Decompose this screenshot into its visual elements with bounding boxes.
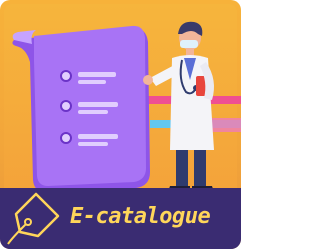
e-catalogue-tile[interactable]: E-catalogue xyxy=(0,0,241,249)
tile-label: E-catalogue xyxy=(70,204,211,229)
tag-icon xyxy=(7,192,60,245)
face-mask xyxy=(180,40,198,48)
doctor-figure xyxy=(143,21,214,192)
document-icon xyxy=(12,25,151,193)
